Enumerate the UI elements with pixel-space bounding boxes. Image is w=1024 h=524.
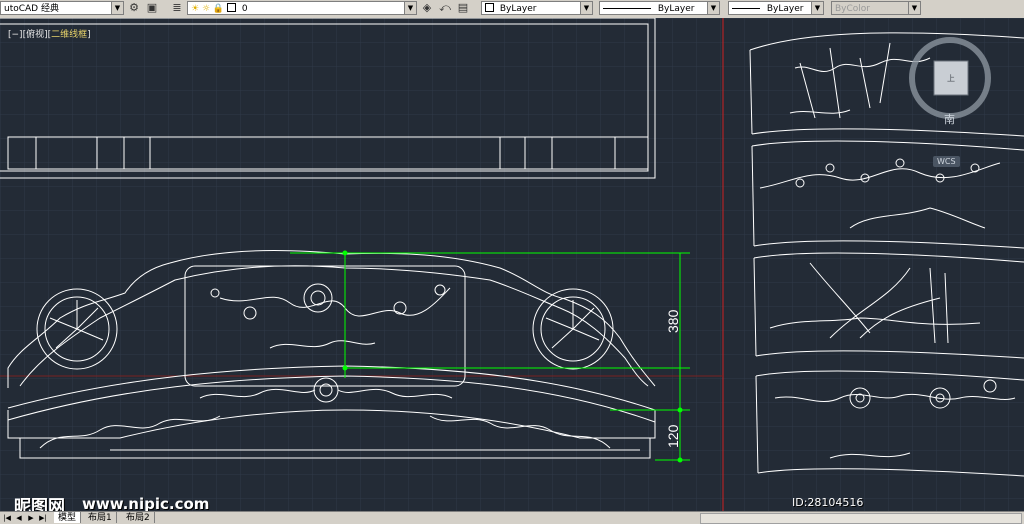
layer-previous-icon[interactable]: ⤺ bbox=[438, 1, 452, 15]
drawing-canvas[interactable]: 380 120 上 [−][俯视][二维线框] 南 WCS bbox=[0, 18, 1024, 511]
viewport-label-suffix: ] bbox=[87, 30, 91, 40]
chevron-down-icon: ▼ bbox=[908, 2, 920, 14]
dimension-380-label: 380 bbox=[665, 309, 681, 333]
first-tab-icon[interactable]: |◀ bbox=[2, 512, 12, 523]
layout-tab-bar: |◀ ◀ ▶ ▶| 模型 布局1 布局2 bbox=[0, 511, 1024, 524]
color-dropdown[interactable]: ByLayer ▼ bbox=[481, 1, 593, 15]
viewport-visual-style[interactable]: 二维线框 bbox=[51, 30, 87, 40]
viewport-view-name[interactable]: 俯视 bbox=[26, 30, 44, 40]
linetype-dropdown[interactable]: ByLayer ▼ bbox=[599, 1, 720, 15]
tab-layout1[interactable]: 布局1 bbox=[84, 512, 117, 523]
layer-dropdown[interactable]: ☀ ☼ 🔒 0 ▼ bbox=[187, 1, 417, 15]
workspace-settings-icon[interactable]: ▣ bbox=[145, 1, 159, 15]
wcs-menu[interactable]: WCS bbox=[933, 156, 960, 167]
bulb-icon: ☀ bbox=[191, 4, 200, 14]
next-tab-icon[interactable]: ▶ bbox=[26, 512, 36, 523]
color-value: ByLayer bbox=[499, 4, 537, 14]
prev-tab-icon[interactable]: ◀ bbox=[14, 512, 24, 523]
properties-toolbar: utoCAD 经典 ▼ ⚙ ▣ ≣ ☀ ☼ 🔒 0 ▼ ◈ ⤺ ▤ ByLaye… bbox=[0, 0, 1024, 19]
chevron-down-icon: ▼ bbox=[404, 2, 416, 14]
chevron-down-icon: ▼ bbox=[707, 2, 719, 14]
linetype-sample bbox=[603, 8, 651, 9]
workspace-value: utoCAD 经典 bbox=[4, 4, 59, 14]
tab-layout2[interactable]: 布局2 bbox=[122, 512, 155, 523]
chevron-down-icon: ▼ bbox=[111, 2, 123, 14]
drawing-svg: 380 120 上 bbox=[0, 18, 1024, 511]
chevron-down-icon: ▼ bbox=[580, 2, 592, 14]
grid bbox=[0, 18, 1024, 511]
linetype-value: ByLayer bbox=[657, 4, 695, 14]
gear-icon[interactable]: ⚙ bbox=[127, 1, 141, 15]
lock-icon: 🔒 bbox=[212, 4, 225, 14]
lineweight-value: ByLayer bbox=[766, 4, 804, 14]
layer-manager-icon[interactable]: ≣ bbox=[170, 1, 184, 15]
workspace-dropdown[interactable]: utoCAD 经典 ▼ bbox=[0, 1, 124, 15]
plotstyle-value: ByColor bbox=[835, 4, 870, 14]
layer-state-icon[interactable]: ▤ bbox=[456, 1, 470, 15]
make-current-layer-icon[interactable]: ◈ bbox=[420, 1, 434, 15]
lineweight-dropdown[interactable]: ByLayer ▼ bbox=[728, 1, 824, 15]
tab-model[interactable]: 模型 bbox=[54, 512, 82, 523]
viewport-label-prefix: [−][ bbox=[8, 30, 27, 40]
layer-value: 0 bbox=[241, 4, 248, 14]
svg-text:上: 上 bbox=[947, 74, 955, 83]
lineweight-sample bbox=[732, 8, 760, 9]
sun-icon: ☼ bbox=[201, 4, 211, 14]
viewport-label[interactable]: [−][俯视][二维线框] bbox=[8, 27, 91, 40]
color-swatch bbox=[485, 3, 494, 12]
compass-south-label[interactable]: 南 bbox=[944, 111, 955, 127]
last-tab-icon[interactable]: ▶| bbox=[38, 512, 48, 523]
dimension-120-label: 120 bbox=[665, 424, 681, 448]
plotstyle-dropdown: ByColor ▼ bbox=[831, 1, 921, 15]
layer-color-swatch bbox=[227, 3, 236, 12]
chevron-down-icon: ▼ bbox=[811, 2, 823, 14]
horizontal-scrollbar[interactable] bbox=[700, 513, 1022, 524]
